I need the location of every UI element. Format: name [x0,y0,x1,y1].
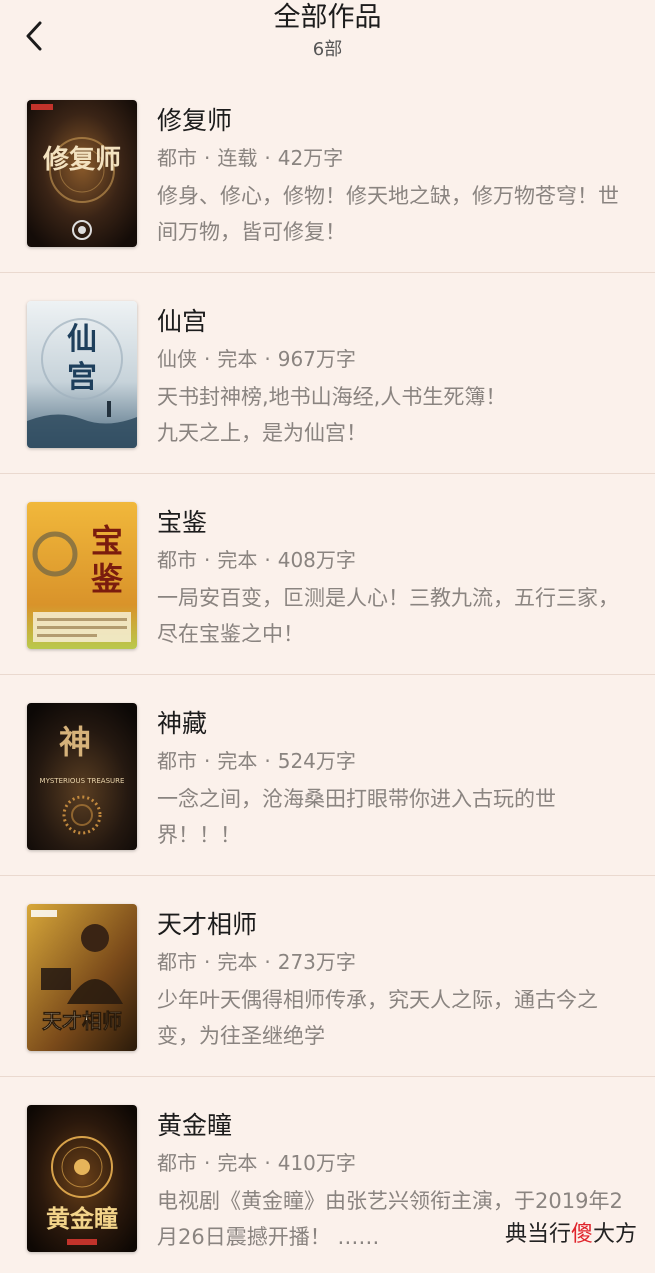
book-genre: 都市 [157,146,197,170]
book-cover[interactable]: 修复师 [27,100,137,247]
book-description: 少年叶天偶得相师传承，究天人之际，通古今之变，为往圣继绝学 [157,988,598,1048]
book-word-count: 273万字 [277,950,356,974]
book-meta: 都市 · 连载 · 42万字 [157,146,344,170]
svg-text:鉴: 鉴 [90,560,124,598]
book-status: 完本 [217,1151,258,1175]
svg-text:修复师: 修复师 [42,144,121,175]
book-status: 完本 [217,950,258,974]
book-title: 仙宫 [157,307,208,336]
book-genre: 都市 [157,749,197,773]
book-title: 天才相师 [157,910,258,939]
book-meta: 仙侠 · 完本 · 967万字 [157,347,356,371]
book-title: 宝鉴 [157,508,208,537]
book-word-count: 524万字 [277,749,356,773]
svg-text:仙: 仙 [67,322,97,357]
book-genre: 仙侠 [157,347,197,371]
svg-text:MYSTERIOUS TREASURE: MYSTERIOUS TREASURE [40,777,125,785]
book-genre: 都市 [157,1151,197,1175]
watermark-prefix: 典当行 [504,1222,571,1247]
header: 全部作品 6部 [0,0,655,72]
book-title: 神藏 [157,709,208,738]
svg-text:神: 神 [59,723,91,761]
book-item[interactable]: 宝 鉴 宝鉴 都市 · 完本 · 408万字 一局安百变，叵测是人心！三教九流，五行三家… [0,474,655,675]
book-description: 一念之间，沧海桑田打眼带你进入古玩的世界！！！ [157,787,556,847]
book-meta: 都市 · 完本 · 410万字 [157,1151,356,1175]
book-cover[interactable]: 仙 宫 [27,301,137,448]
book-description: 修身、修心，修物！修天地之缺，修万物苍穹！世间万物，皆可修复！ [157,184,619,244]
book-description: 天书封神榜,地书山海经,人书生死簿！ 九天之上，是为仙宫！ [157,385,507,445]
book-cover[interactable]: 天才相师 [27,904,137,1051]
page-title: 全部作品 [273,2,382,33]
book-list: 修复师 修复师 都市 · 连载 · 42万字 修身、修心，修物！修天地之缺，修万物苍穹！… [0,72,655,1273]
book-meta: 都市 · 完本 · 524万字 [157,749,356,773]
page: 全部作品 6部 修复师 修复师 都市 · 连载 · 42万字 修身、修心，修物！… [0,0,655,1273]
book-title: 黄金瞳 [157,1111,233,1140]
watermark-suffix: 大方 [592,1222,637,1247]
book-cover[interactable]: 神 MYSTERIOUS TREASURE [27,703,137,850]
works-count: 6部 [312,39,343,60]
book-item[interactable]: 神 MYSTERIOUS TREASURE 神藏 都市 · 完本 · 524万字 一念之… [0,675,655,876]
svg-text:宫: 宫 [67,360,97,395]
watermark-highlight: 傻 [570,1222,593,1247]
book-cover[interactable]: 宝 鉴 [27,502,137,649]
book-word-count: 42万字 [277,146,344,170]
svg-text:黄金瞳: 黄金瞳 [46,1204,118,1233]
book-description: 一局安百变，叵测是人心！三教九流，五行三家，尽在宝鉴之中！ [157,586,619,646]
book-status: 连载 [217,146,258,170]
book-meta: 都市 · 完本 · 273万字 [157,950,356,974]
book-item[interactable]: 仙 宫 仙宫 仙侠 · 完本 · 967万字 天书封神榜,地书山海经,人书生死簿！ 九天… [0,273,655,474]
svg-text:天才相师: 天才相师 [42,1009,122,1033]
book-genre: 都市 [157,548,197,572]
book-cover[interactable]: 黄金瞳 [27,1105,137,1252]
book-word-count: 967万字 [277,347,356,371]
book-status: 完本 [217,548,258,572]
watermark: 典当行傻大方 [504,1221,637,1249]
book-word-count: 410万字 [277,1151,356,1175]
book-word-count: 408万字 [277,548,356,572]
svg-text:宝: 宝 [91,522,123,560]
book-status: 完本 [217,347,258,371]
book-status: 完本 [217,749,258,773]
book-genre: 都市 [157,950,197,974]
book-meta: 都市 · 完本 · 408万字 [157,548,356,572]
book-title: 修复师 [157,106,233,135]
book-item[interactable]: 修复师 修复师 都市 · 连载 · 42万字 修身、修心，修物！修天地之缺，修万物苍穹！… [0,72,655,273]
book-item[interactable]: 天才相师 天才相师 都市 · 完本 · 273万字 少年叶天偶得相师传承，究天人之际，通… [0,876,655,1077]
